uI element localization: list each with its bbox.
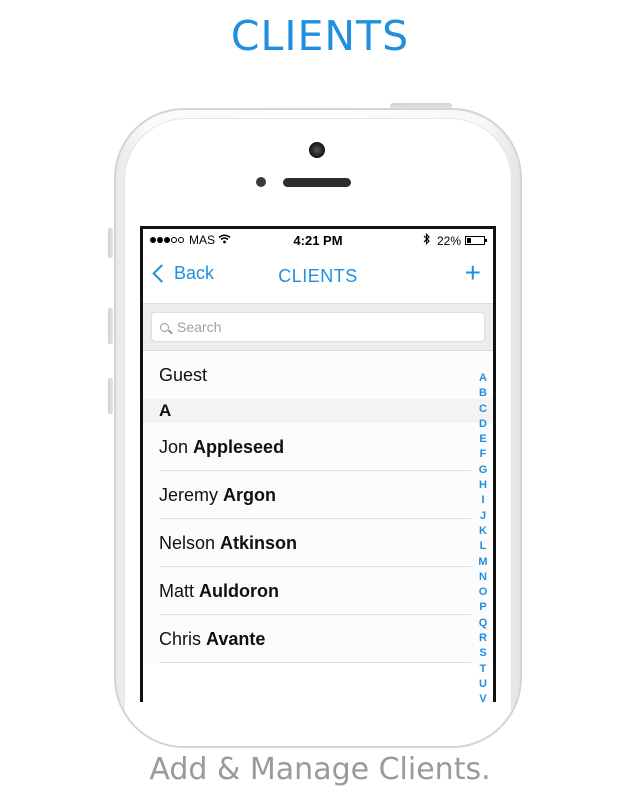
search-icon: [160, 322, 169, 332]
plus-icon: +: [464, 257, 481, 288]
client-last-name: Argon: [223, 485, 277, 505]
client-first-name: Matt: [159, 581, 200, 601]
index-letter-k[interactable]: K: [477, 524, 489, 539]
client-list: Guest A Jon Appleseed Jeremy Argon Nelso…: [143, 351, 493, 663]
client-last-name: Appleseed: [193, 437, 285, 457]
client-first-name: Chris: [159, 629, 207, 649]
bluetooth-icon: [423, 233, 431, 248]
page-title: CLIENTS: [230, 12, 410, 60]
index-letter-g[interactable]: G: [477, 463, 489, 478]
alphabet-index[interactable]: ABCDEFGHIJKLMNOPQRSTUV: [477, 371, 489, 702]
list-item[interactable]: Matt Auldoron: [143, 567, 493, 615]
battery-icon: [465, 236, 487, 245]
index-letter-i[interactable]: I: [477, 493, 489, 508]
index-letter-d[interactable]: D: [477, 417, 489, 432]
search-input[interactable]: Search: [151, 312, 485, 342]
index-letter-a[interactable]: A: [477, 371, 489, 386]
index-letter-q[interactable]: Q: [477, 616, 489, 631]
search-bar: Search: [143, 303, 493, 351]
volume-up-button: [108, 308, 113, 344]
index-letter-c[interactable]: C: [477, 402, 489, 417]
search-placeholder: Search: [177, 319, 222, 335]
battery-percent: 22%: [436, 233, 461, 248]
index-letter-o[interactable]: O: [477, 585, 489, 600]
client-last-name: Atkinson: [220, 533, 298, 553]
camera-icon: [309, 142, 325, 158]
client-last-name: Auldoron: [199, 581, 279, 601]
list-item[interactable]: Jeremy Argon: [143, 471, 493, 519]
phone-screen: MAS 4:21 PM 22% Back CLIENTS + Search Gu…: [140, 226, 496, 702]
index-letter-b[interactable]: B: [477, 386, 489, 401]
index-letter-h[interactable]: H: [477, 478, 489, 493]
volume-down-button: [108, 378, 113, 414]
list-item[interactable]: Nelson Atkinson: [143, 519, 493, 567]
client-last-name: Avante: [206, 629, 266, 649]
list-item[interactable]: Chris Avante: [143, 615, 493, 663]
index-letter-e[interactable]: E: [477, 432, 489, 447]
index-letter-j[interactable]: J: [477, 509, 489, 524]
index-letter-t[interactable]: T: [477, 662, 489, 677]
section-header-a: A: [143, 399, 493, 423]
battery-indicator: 22%: [423, 233, 487, 248]
tagline: Add & Manage Clients.: [149, 752, 491, 787]
index-letter-n[interactable]: N: [477, 570, 489, 585]
proximity-sensor: [256, 177, 266, 187]
list-item-guest[interactable]: Guest: [143, 351, 493, 399]
client-first-name: Jeremy: [159, 485, 224, 505]
index-letter-l[interactable]: L: [477, 539, 489, 554]
add-client-button[interactable]: +: [465, 257, 481, 289]
index-letter-u[interactable]: U: [477, 677, 489, 692]
battery-fill: [467, 238, 471, 243]
screen-content: MAS 4:21 PM 22% Back CLIENTS + Search Gu…: [143, 229, 493, 702]
index-letter-v[interactable]: V: [477, 692, 489, 702]
nav-bar: Back CLIENTS +: [143, 251, 493, 303]
earpiece-speaker: [283, 178, 351, 187]
index-letter-r[interactable]: R: [477, 631, 489, 646]
index-letter-s[interactable]: S: [477, 646, 489, 661]
client-first-name: Jon: [159, 437, 194, 457]
mute-switch: [108, 228, 113, 258]
index-letter-p[interactable]: P: [477, 600, 489, 615]
status-bar: MAS 4:21 PM 22%: [143, 229, 493, 251]
client-first-name: Nelson: [159, 533, 221, 553]
nav-title: CLIENTS: [278, 266, 358, 286]
index-letter-f[interactable]: F: [477, 447, 489, 462]
list-item[interactable]: Jon Appleseed: [143, 423, 493, 471]
index-letter-m[interactable]: M: [477, 555, 489, 570]
